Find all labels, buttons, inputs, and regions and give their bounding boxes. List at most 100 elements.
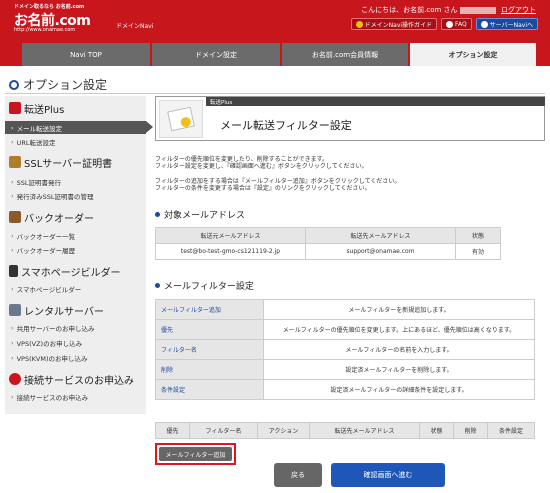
- help-desc: 設定済メールフィルターの詳細条件を設定します。: [263, 379, 535, 400]
- logo-url: http://www.onamae.com: [14, 27, 76, 33]
- table-row: 条件設定 設定済メールフィルターの詳細条件を設定します。: [155, 379, 535, 400]
- sidebar-heading-label: 転送Plus: [24, 104, 65, 116]
- column-header: アクション: [257, 422, 310, 439]
- sidebar-heading-backorder[interactable]: バックオーダー: [5, 209, 146, 225]
- server-navi-label: サーバーNaviへ: [489, 21, 533, 29]
- column-header: 転送先メールアドレス: [309, 422, 420, 439]
- banner-title: メール転送フィルター設定: [220, 119, 352, 132]
- instruction-line: フィルターの優先順位を変更したり、削除することができます。: [155, 156, 329, 163]
- greeting-text: こんにちは、お名前.com さん: [361, 6, 458, 14]
- certificate-icon: [9, 156, 21, 168]
- sidebar-item-connection[interactable]: 接続サービスのお申込み: [5, 390, 146, 403]
- sidebar-item-smartphone-builder[interactable]: スマホページビルダー: [5, 282, 146, 295]
- sidebar-heading-transfer-plus[interactable]: 転送Plus: [5, 100, 146, 116]
- help-label: 優先: [155, 319, 264, 340]
- page-title-text: オプション設定: [23, 78, 108, 92]
- tab-domain-settings[interactable]: ドメイン設定: [152, 43, 280, 66]
- instruction-line: フィルター設定を変更し、『確認画面へ進む』ボタンをクリックしてください。: [155, 163, 368, 170]
- source-address: test@bo-test-gmo-cs121119-2.jp: [155, 243, 306, 260]
- logo-navi-label: ドメインNavi: [116, 23, 154, 30]
- help-label: 削除: [155, 359, 264, 380]
- column-header: 削除: [453, 422, 488, 439]
- bullet-icon: [155, 212, 160, 217]
- page-title: オプション設定: [9, 76, 107, 93]
- status-cell: 有効: [455, 243, 501, 260]
- guide-label: ドメインNavi操作ガイド: [364, 21, 433, 29]
- help-label: 条件設定: [155, 379, 264, 400]
- user-greeting: こんにちは、お名前.com さん ログアウト: [361, 5, 536, 15]
- bullet-icon: [155, 283, 160, 288]
- confirm-button[interactable]: 確認画面へ進む: [331, 463, 445, 487]
- sidebar-item-shared-server[interactable]: 共用サーバーのお申し込み: [5, 321, 146, 334]
- instruction-text: フィルターの追加をする場合は『メールフィルター追加』ボタンをクリックしてください…: [155, 178, 400, 192]
- header-links: ドメインNavi操作ガイド FAQ サーバーNaviへ: [350, 18, 538, 30]
- table-row: test@bo-test-gmo-cs121119-2.jp support@o…: [155, 243, 501, 260]
- connection-icon: [9, 373, 21, 385]
- back-button[interactable]: 戻る: [274, 463, 322, 487]
- guide-link[interactable]: ドメインNavi操作ガイド: [350, 18, 438, 30]
- logout-link[interactable]: ログアウト: [501, 6, 536, 14]
- mail-filter-illustration: [159, 100, 203, 138]
- column-header: フィルター名: [189, 422, 258, 439]
- sidebar-item-ssl-issue[interactable]: SSL証明書発行: [5, 175, 146, 188]
- divider: [5, 93, 545, 94]
- table-row: メールフィルター追加 メールフィルターを新規追加します。: [155, 299, 535, 320]
- column-header: 優先: [155, 422, 190, 439]
- faq-label: FAQ: [455, 20, 467, 28]
- sidebar-heading-label: 接続サービスのお申込み: [24, 375, 134, 387]
- table-header-row: 優先 フィルター名 アクション 転送先メールアドレス 状態 削除 条件設定: [155, 422, 535, 439]
- column-header: 状態: [455, 227, 501, 244]
- tab-member-info[interactable]: お名前.com会員情報: [282, 43, 408, 66]
- sidebar-item-ssl-manage[interactable]: 発行済みSSL証明書の管理: [5, 189, 146, 202]
- header: ドメイン取るなら お名前.com お名前.com http://www.onam…: [0, 0, 550, 36]
- sidebar-heading-rental-server[interactable]: レンタルサーバー: [5, 302, 146, 318]
- arrow-icon: [9, 102, 21, 114]
- section-heading-target: 対象メールアドレス: [155, 208, 245, 221]
- sidebar-item-vps-kvm[interactable]: VPS(KVM)のお申し込み: [5, 351, 146, 364]
- column-header: 条件設定: [487, 422, 535, 439]
- sidebar-item-backorder-list[interactable]: バックオーダー一覧: [5, 229, 146, 242]
- sidebar-heading-smartphone-builder[interactable]: スマホページビルダー: [5, 263, 146, 279]
- main-nav: Navi TOP ドメイン設定 お名前.com会員情報 オプション設定: [0, 36, 550, 66]
- add-filter-highlight: メールフィルター追加: [155, 443, 236, 465]
- section-heading-label: 対象メールアドレス: [164, 211, 246, 221]
- sidebar-item-mail-transfer[interactable]: メール転送設定: [5, 121, 153, 134]
- sidebar-heading-label: バックオーダー: [24, 213, 94, 225]
- guide-icon: [355, 20, 363, 28]
- table-row: フィルター名 メールフィルターの名前を入力します。: [155, 339, 535, 360]
- table-header-row: 転送元メールアドレス 転送先メールアドレス 状態: [155, 227, 501, 244]
- add-filter-button[interactable]: メールフィルター追加: [159, 447, 232, 461]
- help-desc: 設定済メールフィルターを削除します。: [263, 359, 535, 380]
- sidebar-heading-label: スマホページビルダー: [21, 267, 121, 279]
- help-desc: メールフィルターを新規追加します。: [263, 299, 535, 320]
- banner-category: 転送Plus: [206, 97, 545, 106]
- help-desc: メールフィルターの優先順位を変更します。上にあるほど、優先順位は高くなります。: [263, 319, 535, 340]
- help-label: フィルター名: [155, 339, 264, 360]
- masked-username: [459, 6, 496, 14]
- table-row: 優先 メールフィルターの優先順位を変更します。上にあるほど、優先順位は高くなります…: [155, 319, 535, 340]
- faq-link[interactable]: FAQ: [441, 18, 472, 30]
- hammer-icon: [9, 211, 21, 223]
- help-desc: メールフィルターの名前を入力します。: [263, 339, 535, 360]
- document-icon: [167, 106, 195, 132]
- logo-tagline: ドメイン取るなら お名前.com: [14, 4, 85, 10]
- table-row: 削除 設定済メールフィルターを削除します。: [155, 359, 535, 380]
- sidebar-heading-connection[interactable]: 接続サービスのお申込み: [5, 371, 146, 387]
- smartphone-icon: [9, 265, 18, 277]
- column-header: 状態: [419, 422, 454, 439]
- sidebar-heading-label: レンタルサーバー: [24, 306, 104, 318]
- instruction-text: フィルターの優先順位を変更したり、削除することができます。 フィルター設定を変更…: [155, 156, 368, 170]
- sidebar-heading-ssl[interactable]: SSLサーバー証明書: [5, 154, 146, 170]
- sidebar-item-url-transfer[interactable]: URL転送設定: [5, 135, 146, 148]
- question-icon: [446, 20, 454, 28]
- sidebar-heading-label: SSLサーバー証明書: [24, 158, 113, 170]
- section-heading-label: メールフィルター設定: [164, 282, 254, 292]
- sidebar-item-backorder-history[interactable]: バックオーダー履歴: [5, 243, 146, 256]
- section-heading-filter: メールフィルター設定: [155, 279, 254, 292]
- sidebar-item-vps-vz[interactable]: VPS(VZ)のお申し込み: [5, 336, 146, 349]
- server-navi-link[interactable]: サーバーNaviへ: [475, 18, 538, 30]
- tab-option-settings[interactable]: オプション設定: [410, 43, 536, 66]
- tab-navi-top[interactable]: Navi TOP: [22, 43, 150, 66]
- sidebar: 転送Plus メール転送設定 URL転送設定 SSLサーバー証明書 SSL証明書…: [5, 96, 153, 414]
- server-icon: [9, 304, 21, 316]
